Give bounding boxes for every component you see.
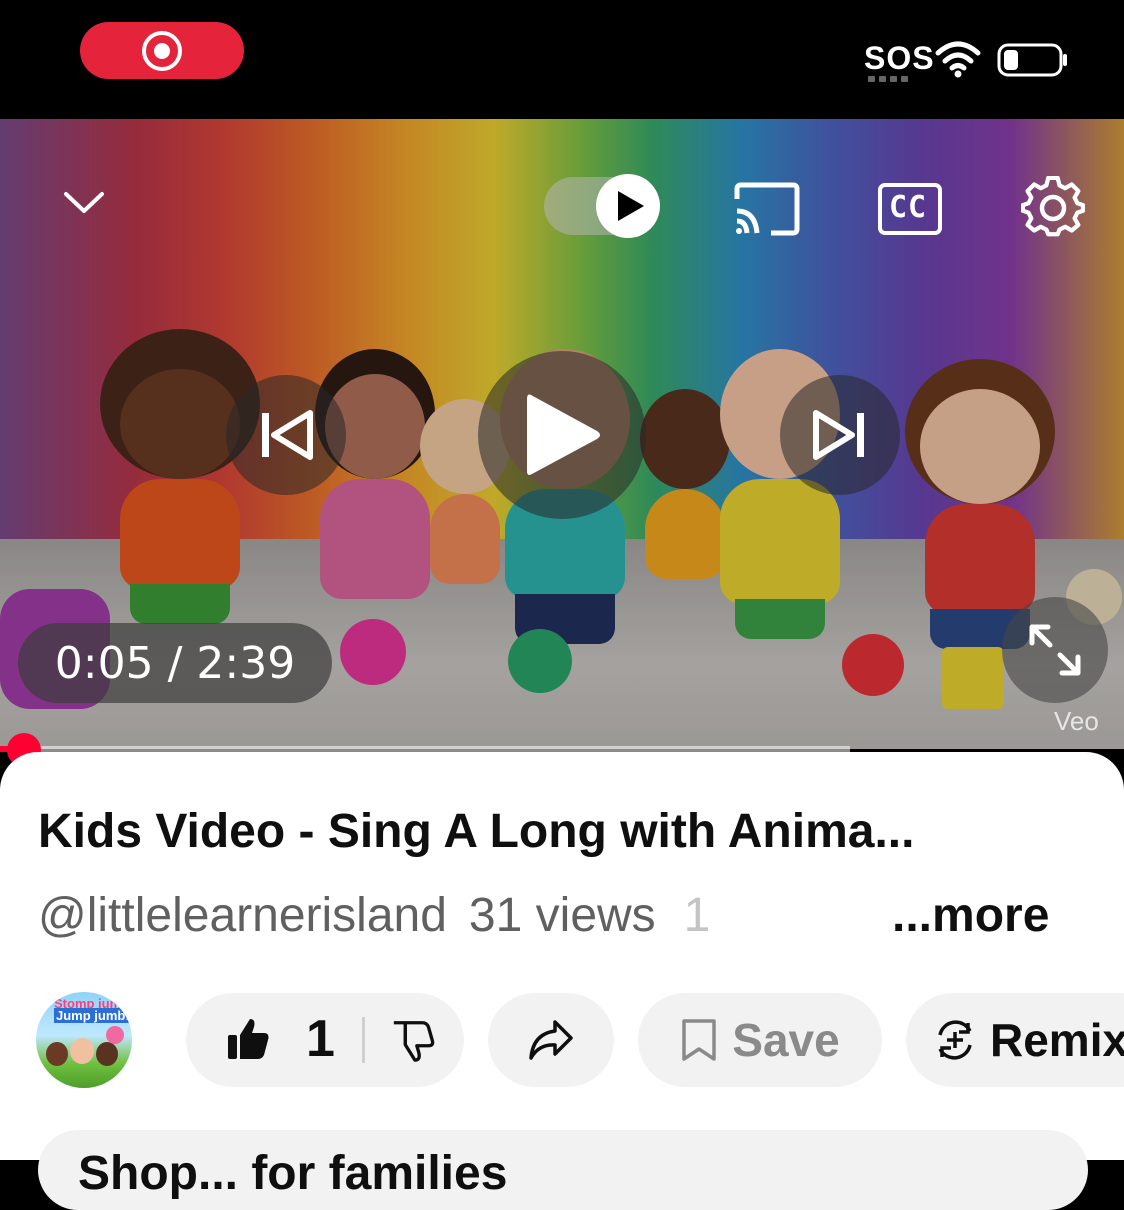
previous-button[interactable] (226, 375, 346, 495)
next-card[interactable]: Shop... for families (38, 1130, 1088, 1210)
time-display[interactable]: 0:05 / 2:39 (18, 623, 332, 703)
next-card-text: Shop... for families (78, 1147, 508, 1200)
captions-label: CC (889, 190, 928, 225)
upload-date: 1 (683, 889, 711, 942)
avatar-logo-text: Stomp jum Jump jumb! (54, 996, 132, 1023)
fullscreen-button[interactable] (1002, 597, 1108, 703)
play-button[interactable] (478, 351, 646, 519)
fullscreen-icon (1029, 624, 1081, 676)
thumbs-up-icon (228, 1019, 269, 1059)
settings-button[interactable] (1020, 175, 1086, 241)
channel-handle[interactable]: @littlelearnerisland (38, 889, 447, 942)
channel-avatar[interactable]: Stomp jum Jump jumb! (36, 992, 132, 1088)
share-icon (529, 1020, 573, 1060)
signal-dots (868, 76, 908, 82)
wifi-icon (935, 41, 981, 78)
sos-label: SOS (864, 40, 935, 76)
autoplay-toggle[interactable] (544, 171, 662, 239)
more-button[interactable]: ...more (888, 888, 1050, 943)
cast-icon (734, 182, 800, 236)
view-count: 31 views (468, 889, 656, 942)
remix-label: Remix (990, 1014, 1124, 1066)
play-icon (527, 394, 600, 475)
collapse-button[interactable] (58, 183, 110, 223)
screen-recording-indicator[interactable] (80, 22, 244, 79)
chevron-down-icon (64, 192, 104, 213)
skip-previous-icon (262, 410, 313, 460)
battery-icon (997, 43, 1067, 77)
video-meta[interactable]: @littlelearnerisland 31 views 1 (38, 888, 710, 943)
share-button[interactable] (488, 993, 614, 1087)
next-button[interactable] (780, 375, 900, 495)
save-label: Save (732, 1014, 840, 1066)
thumbs-down-icon (393, 1021, 435, 1062)
like-divider (362, 1017, 365, 1063)
save-button[interactable]: Save (638, 993, 882, 1087)
like-count: 1 (306, 1010, 335, 1068)
record-icon (142, 30, 182, 71)
cast-button[interactable] (730, 179, 802, 239)
like-button[interactable] (224, 1015, 274, 1065)
status-bar: SOS (0, 0, 1124, 119)
skip-next-icon (813, 410, 864, 460)
remix-button[interactable]: Remix (906, 993, 1124, 1087)
like-dislike-group: 1 (186, 993, 464, 1087)
captions-button[interactable]: CC (876, 181, 944, 237)
gear-icon (1021, 176, 1085, 237)
bookmark-icon (682, 1019, 717, 1061)
watermark: Veo (1054, 706, 1099, 736)
remix-icon (938, 1020, 972, 1060)
video-title[interactable]: Kids Video - Sing A Long with Anima... (38, 804, 914, 859)
autoplay-toggle-icon (544, 174, 660, 238)
dislike-button[interactable] (390, 1017, 440, 1067)
